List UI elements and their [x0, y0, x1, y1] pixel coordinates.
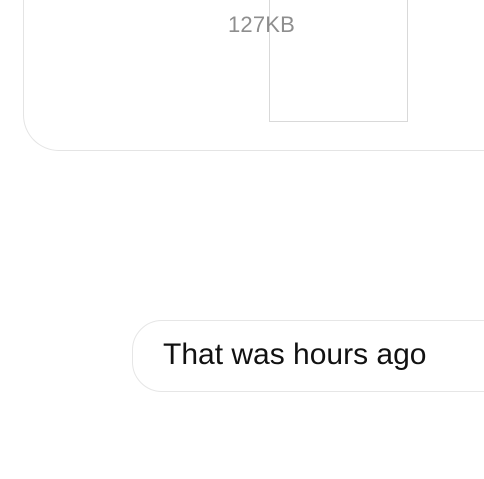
file-size-label: 127KB [228, 12, 296, 37]
chat-thread: 127KB That was hours ago [0, 0, 484, 479]
message-text: That was hours ago [163, 338, 427, 371]
